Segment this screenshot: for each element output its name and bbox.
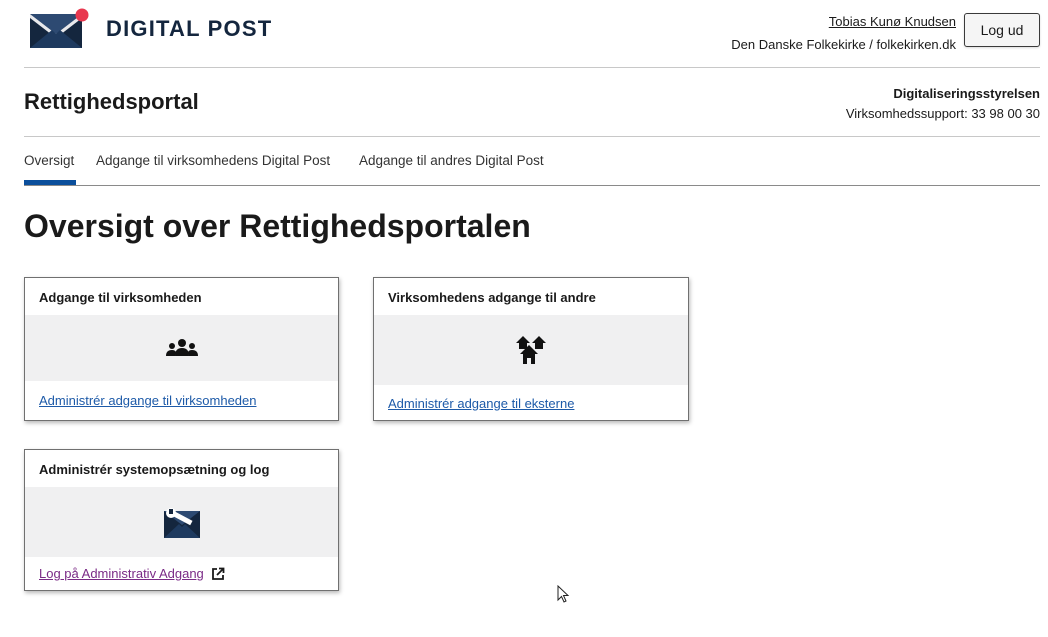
admin-envelope-wrench-icon [163,508,200,538]
users-icon [165,339,198,356]
card-title: Adgange til virksomheden [39,290,202,305]
external-link-icon [211,567,225,580]
user-info: Tobias Kunø Knudsen Den Danske Folkekirk… [731,12,956,55]
card-title: Virksomhedens adgange til andre [388,290,596,305]
page-title: Oversigt over Rettighedsportalen [24,208,531,244]
envelope-logo-icon [30,8,89,48]
card-admin-system: Administrér systemopsætning og log Log p… [24,449,339,591]
mouse-cursor-icon [557,585,570,603]
card-title: Administrér systemopsætning og log [39,462,270,477]
tab-adgange-virksomhed[interactable]: Adgange til virksomhedens Digital Post [96,153,330,168]
houses-icon [516,336,546,364]
card-adgange-andre: Virksomhedens adgange til andre Administ… [373,277,689,421]
portal-title: Rettighedsportal [24,89,199,114]
top-header: DIGITAL POST Tobias Kunø Knudsen Den Dan… [24,0,1040,68]
card-icon-area [25,315,338,381]
organization-name: Den Danske Folkekirke / folkekirken.dk [731,37,956,52]
manage-external-access-link[interactable]: Administrér adgange til eksterne [374,385,688,421]
admin-login-label: Log på Administrativ Adgang [39,566,204,581]
card-icon-area [374,315,688,385]
agency-info: Digitaliseringsstyrelsen Virksomhedssupp… [846,84,1040,124]
logout-button[interactable]: Log ud [964,13,1040,47]
tab-oversigt[interactable]: Oversigt [24,153,74,168]
card-adgange-virksomhed: Adgange til virksomheden Administrér adg… [24,277,339,421]
portal-bar: Rettighedsportal Digitaliseringsstyrelse… [24,68,1040,137]
user-name-link[interactable]: Tobias Kunø Knudsen [731,12,956,32]
digital-post-logo[interactable]: DIGITAL POST [30,8,272,50]
tab-adgange-andre[interactable]: Adgange til andres Digital Post [359,153,544,168]
admin-login-link[interactable]: Log på Administrativ Adgang [25,557,338,590]
agency-name: Digitaliseringsstyrelsen [893,86,1040,101]
card-icon-area [25,487,338,557]
active-tab-indicator [24,180,76,185]
support-phone: Virksomhedssupport: 33 98 00 30 [845,106,1040,121]
logo-text: DIGITAL POST [106,16,273,41]
manage-company-access-link[interactable]: Administrér adgange til virksomheden [25,381,338,419]
tab-bar: Oversigt Adgange til virksomhedens Digit… [24,137,1040,186]
